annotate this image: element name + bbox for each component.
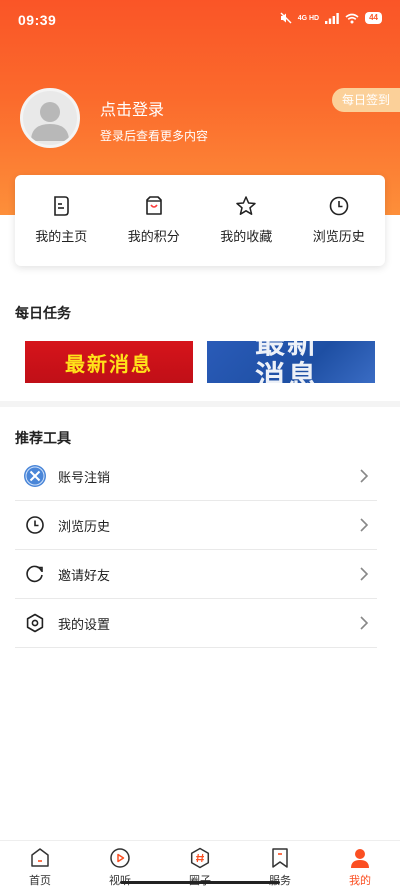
task-banner[interactable]: 最新消息 [25,341,193,383]
tab-label: 视听 [109,872,131,888]
task-banner-text: 最新 消息 [255,341,319,383]
chevron-right-icon [360,567,369,581]
login-link[interactable]: 点击登录 [100,96,164,120]
tools-title: 推荐工具 [15,431,71,447]
star-icon [236,196,256,215]
quick-link-favorites[interactable]: 我的收藏 [200,175,293,266]
chevron-right-icon [360,616,369,630]
tool-item-label: 账号注销 [58,470,111,486]
settings-hexagon-icon [23,611,47,635]
daily-tasks-title: 每日任务 [15,306,71,322]
tab-label: 服务 [269,874,291,887]
network-type: 4G HD [297,14,320,22]
tab-label: 首页 [29,874,51,887]
signal-icon [325,12,339,24]
wifi-icon [345,13,359,23]
tool-item-label: 浏览历史 [58,519,111,535]
clock-icon [329,196,349,216]
quick-link-label: 我的主页 [35,230,88,245]
tab-home[interactable]: 首页 [0,841,80,889]
battery-indicator: 44 [365,12,382,24]
home-indicator [120,881,280,884]
tool-item-label: 我的设置 [58,617,111,633]
status-bar: 09:39 4G HD 44 [0,0,400,40]
home-icon [31,848,49,867]
user-icon [351,849,369,868]
tab-label: 我的 [349,874,371,887]
tool-item-history[interactable]: 浏览历史 [15,501,377,550]
quick-link-points[interactable]: 我的积分 [108,175,201,266]
daily-task-banners: 最新消息 最新 消息 [25,341,375,383]
quick-link-homepage[interactable]: 我的主页 [15,175,108,266]
task-banner-text: 最新消息 [65,351,153,376]
status-icons: 4G HD 44 [280,12,382,24]
quick-link-label: 我的积分 [127,230,180,245]
chevron-right-icon [360,469,369,483]
status-time: 09:39 [18,12,57,28]
default-avatar-icon [31,102,69,141]
quick-link-label: 我的收藏 [220,230,273,245]
shopping-bag-icon [145,196,162,215]
avatar[interactable] [20,88,80,148]
daily-checkin-button[interactable]: 每日签到 [331,88,400,112]
bookmark-icon [272,848,288,868]
login-hint: 登录后查看更多内容 [100,129,209,143]
close-circle-icon [23,464,47,488]
tool-item-invite-friends[interactable]: 邀请好友 [15,550,377,599]
clock-icon [23,513,47,537]
homepage-icon [54,196,70,216]
quick-link-history[interactable]: 浏览历史 [293,175,386,266]
tool-list: 账号注销 浏览历史 邀请好友 我的设置 [15,452,377,648]
tool-item-label: 邀请好友 [58,568,111,584]
quick-links-card: 我的主页 我的积分 我的收藏 浏览历史 [15,175,385,266]
tool-item-account-deletion[interactable]: 账号注销 [15,452,377,501]
play-icon [110,848,130,868]
hashtag-icon [190,847,210,869]
quick-link-label: 浏览历史 [312,230,365,245]
mute-icon [280,12,292,24]
task-banner[interactable]: 最新 消息 [207,341,375,383]
tab-mine[interactable]: 我的 [320,841,400,889]
section-divider [0,401,400,407]
tool-item-settings[interactable]: 我的设置 [15,599,377,648]
chevron-right-icon [360,518,369,532]
tab-label: 圈子 [189,872,211,888]
refresh-icon [23,562,47,586]
